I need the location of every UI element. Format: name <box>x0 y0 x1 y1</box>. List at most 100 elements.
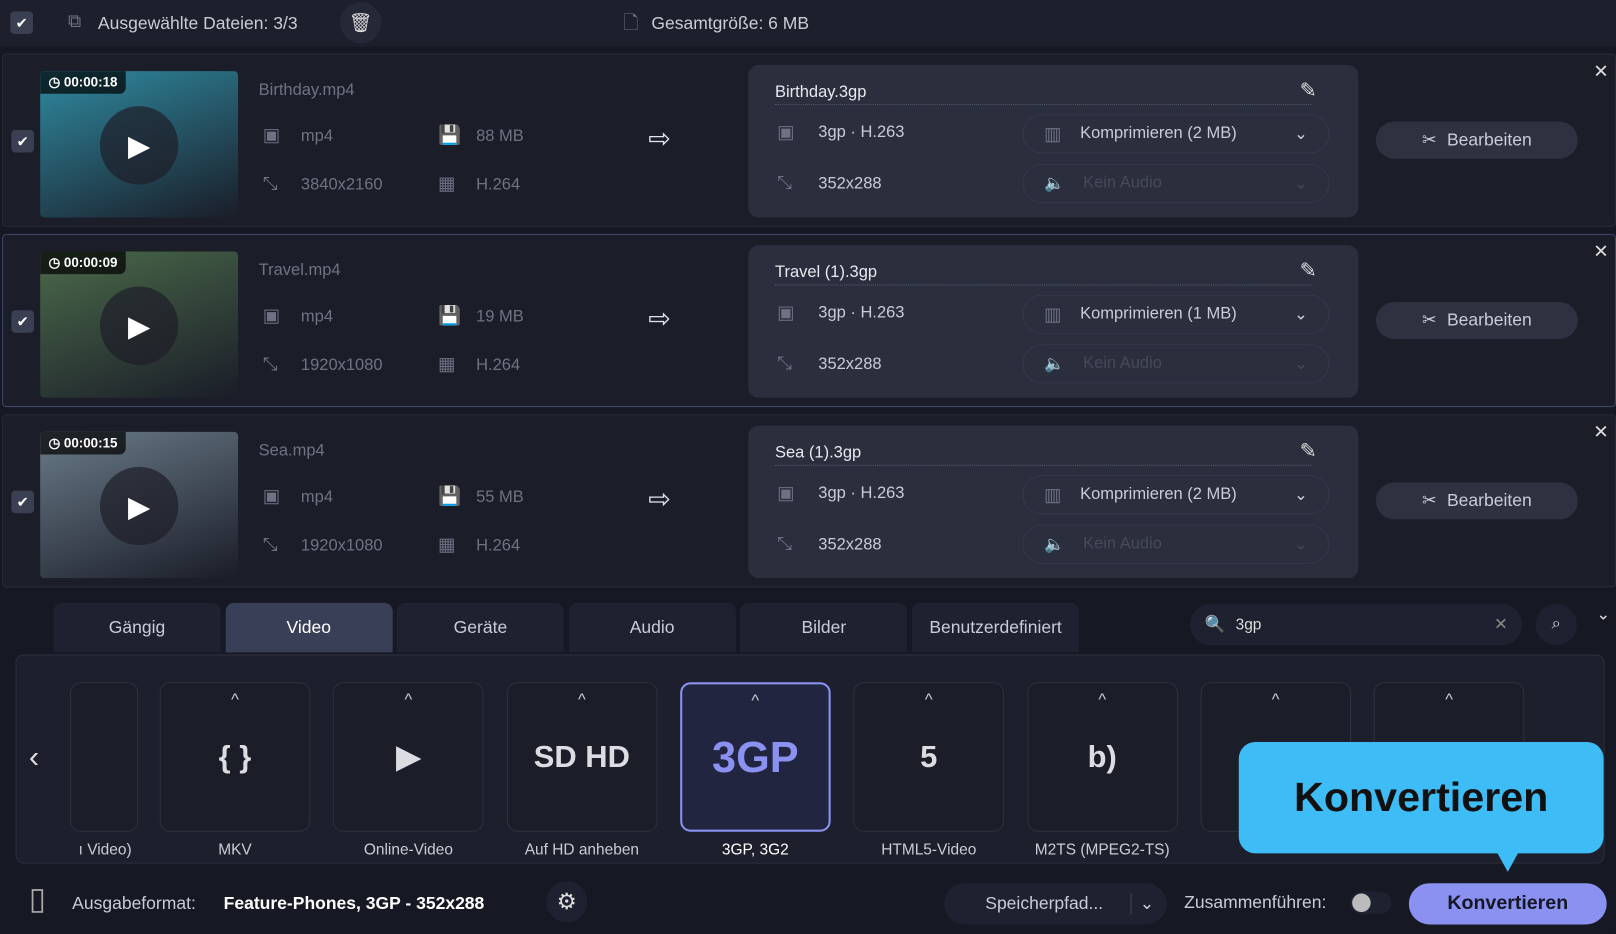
format-card[interactable] <box>70 682 139 832</box>
edit-button[interactable]: ✂ Bearbeiten <box>1375 482 1578 520</box>
format-search-button[interactable]: ⌕ <box>1535 603 1577 646</box>
rename-pencil-icon[interactable]: ✎ <box>1300 77 1317 103</box>
save-icon: 💾 <box>438 485 462 507</box>
output-format: 3gp · H.263 <box>818 123 905 142</box>
format-card[interactable]: ^ b) <box>1026 682 1178 832</box>
video-thumbnail[interactable]: ◷ 00:00:09 ▶ <box>40 251 239 398</box>
footer: ▯ Ausgabeformat: Feature-Phones, 3GP - 3… <box>0 871 1616 934</box>
chevron-down-icon: ⌄ <box>1294 486 1308 504</box>
audio-dropdown: 🔈 Kein Audio ⌄ <box>1022 163 1330 204</box>
save-icon: 💾 <box>438 305 462 326</box>
format-label: Auf HD anheben <box>524 840 640 859</box>
compress-icon: ▥ <box>1043 123 1062 144</box>
resolution-icon: ⤡ <box>262 533 278 555</box>
clear-search-icon[interactable]: ✕ <box>1494 614 1508 635</box>
format-settings-button[interactable]: ⚙ <box>546 881 588 923</box>
format-card[interactable]: ^ ▶ <box>333 682 484 832</box>
search-field[interactable]: 🔍 3gp ✕ <box>1190 603 1523 646</box>
convert-button[interactable]: Konvertieren <box>1408 883 1607 925</box>
remove-file-close-icon[interactable]: ✕ <box>1593 422 1609 444</box>
output-format: 3gp · H.263 <box>818 304 905 322</box>
format-card[interactable]: ^ 5 <box>853 682 1004 832</box>
output-panel: Travel (1).3gp ✎ ▣ 3gp · H.263 ⤡ 352x288… <box>748 245 1359 398</box>
video-thumbnail[interactable]: ◷ 00:00:15 ▶ <box>40 431 239 579</box>
format-card[interactable]: ^ SD HD <box>506 682 658 832</box>
scroll-left-arrow-icon[interactable]: ‹ <box>29 740 39 775</box>
convert-tooltip: Konvertieren <box>1238 742 1604 854</box>
tab-audio[interactable]: Audio <box>568 602 736 653</box>
format-card[interactable]: ^ { } <box>159 682 311 832</box>
edit-label: Bearbeiten <box>1446 129 1532 150</box>
file-row: ✔ ◷ 00:00:15 ▶ Sea.mp4 ▣ mp4 💾 55 MB ⤡ 1… <box>2 414 1616 588</box>
select-all-checkbox[interactable]: ✔ <box>10 11 33 35</box>
output-format: 3gp · H.263 <box>818 484 905 502</box>
search-input[interactable]: 3gp <box>1236 616 1484 634</box>
tab-bilder[interactable]: Bilder <box>740 602 908 653</box>
source-resolution: 1920x1080 <box>300 356 383 375</box>
source-file-name: Sea.mp4 <box>258 442 325 460</box>
merge-toggle[interactable] <box>1350 891 1392 915</box>
expand-caret-icon[interactable]: ^ <box>682 693 828 712</box>
expand-caret-icon[interactable]: ^ <box>334 692 482 711</box>
search-icon: 🔍 <box>1204 616 1226 634</box>
audio-value: Kein Audio <box>1083 534 1162 553</box>
file-icon: 🗋 <box>623 12 639 33</box>
remove-file-close-icon[interactable]: ✕ <box>1593 241 1609 263</box>
compress-dropdown[interactable]: ▥ Komprimieren (2 MB) ⌄ <box>1022 475 1330 515</box>
save-path-dropdown[interactable]: Speicherpfad... ⌄ <box>944 883 1167 925</box>
source-format: mp4 <box>300 308 334 326</box>
collapse-chevron-icon[interactable]: ⌄ <box>1596 604 1610 625</box>
remove-file-close-icon[interactable]: ✕ <box>1593 61 1609 83</box>
rename-pencil-icon[interactable]: ✎ <box>1300 258 1317 284</box>
chevron-down-icon: ⌄ <box>1294 125 1308 144</box>
tab-gängig[interactable]: Gängig <box>53 602 221 653</box>
output-file-name[interactable]: Travel (1).3gp <box>775 263 878 282</box>
tooltip-text: Konvertieren <box>1294 774 1549 820</box>
format-card[interactable]: ^ 3GP <box>680 682 831 832</box>
save-icon: 💾 <box>438 124 462 146</box>
chevron-down-icon: ⌄ <box>1294 306 1308 324</box>
file-checkbox[interactable]: ✔ <box>11 129 35 153</box>
expand-caret-icon[interactable]: ^ <box>1375 692 1523 711</box>
rename-pencil-icon[interactable]: ✎ <box>1300 438 1317 464</box>
tab-video[interactable]: Video <box>225 602 393 653</box>
delete-button[interactable]: 🗑 <box>340 2 382 44</box>
chevron-down-icon: ⌄ <box>1294 175 1308 193</box>
duration-badge: ◷ 00:00:18 <box>40 71 126 94</box>
compress-dropdown[interactable]: ▥ Komprimieren (1 MB) ⌄ <box>1022 294 1330 334</box>
codec-icon: ▦ <box>438 353 456 375</box>
expand-caret-icon[interactable]: ^ <box>1201 692 1349 711</box>
compress-dropdown[interactable]: ▥ Komprimieren (2 MB) ⌄ <box>1022 114 1330 154</box>
tab-geräte[interactable]: Geräte <box>396 602 564 653</box>
video-thumbnail[interactable]: ◷ 00:00:18 ▶ <box>40 71 239 218</box>
format-icon: ▣ <box>777 121 795 143</box>
file-checkbox[interactable]: ✔ <box>11 310 35 333</box>
tab-benutzerdefiniert[interactable]: Benutzerdefiniert <box>912 602 1080 653</box>
duration-badge: ◷ 00:00:15 <box>40 431 126 455</box>
edit-label: Bearbeiten <box>1446 490 1532 511</box>
format-label: Online-Video <box>363 840 453 859</box>
source-file-name: Travel.mp4 <box>258 261 341 280</box>
source-file-name: Birthday.mp4 <box>258 81 355 99</box>
play-button[interactable]: ▶ <box>99 106 179 185</box>
edit-button[interactable]: ✂ Bearbeiten <box>1375 121 1578 159</box>
format-icon: ▣ <box>262 305 281 326</box>
output-format-label: Ausgabeformat: <box>72 893 196 914</box>
expand-caret-icon[interactable]: ^ <box>855 692 1003 711</box>
play-button[interactable]: ▶ <box>99 286 179 365</box>
source-size: 19 MB <box>476 308 524 326</box>
resolution-icon: ⤡ <box>262 353 278 375</box>
file-checkbox[interactable]: ✔ <box>11 490 35 514</box>
scissors-icon: ✂ <box>1421 310 1437 330</box>
expand-caret-icon[interactable]: ^ <box>1028 692 1176 711</box>
resolution-icon: ⤡ <box>777 532 792 554</box>
edit-button[interactable]: ✂ Bearbeiten <box>1375 301 1578 340</box>
chevron-down-icon: ⌄ <box>1294 355 1308 374</box>
expand-caret-icon[interactable]: ^ <box>508 692 656 711</box>
expand-caret-icon[interactable]: ^ <box>161 692 309 711</box>
output-file-name[interactable]: Birthday.3gp <box>775 83 867 101</box>
output-file-name[interactable]: Sea (1).3gp <box>775 444 862 462</box>
play-button[interactable]: ▶ <box>99 466 179 546</box>
output-resolution: 352x288 <box>818 355 882 374</box>
source-size: 55 MB <box>476 488 524 507</box>
